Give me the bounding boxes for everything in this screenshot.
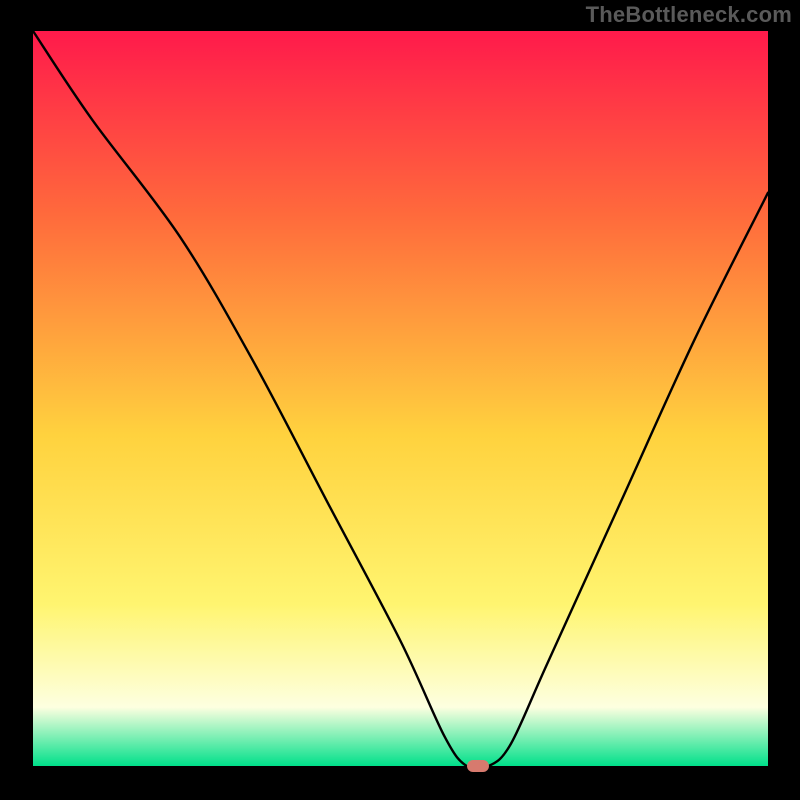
- optimum-marker: [467, 760, 489, 772]
- plot-area: [33, 31, 768, 766]
- watermark-text: TheBottleneck.com: [586, 2, 792, 28]
- chart-frame: TheBottleneck.com: [0, 0, 800, 800]
- gradient-background: [33, 31, 768, 766]
